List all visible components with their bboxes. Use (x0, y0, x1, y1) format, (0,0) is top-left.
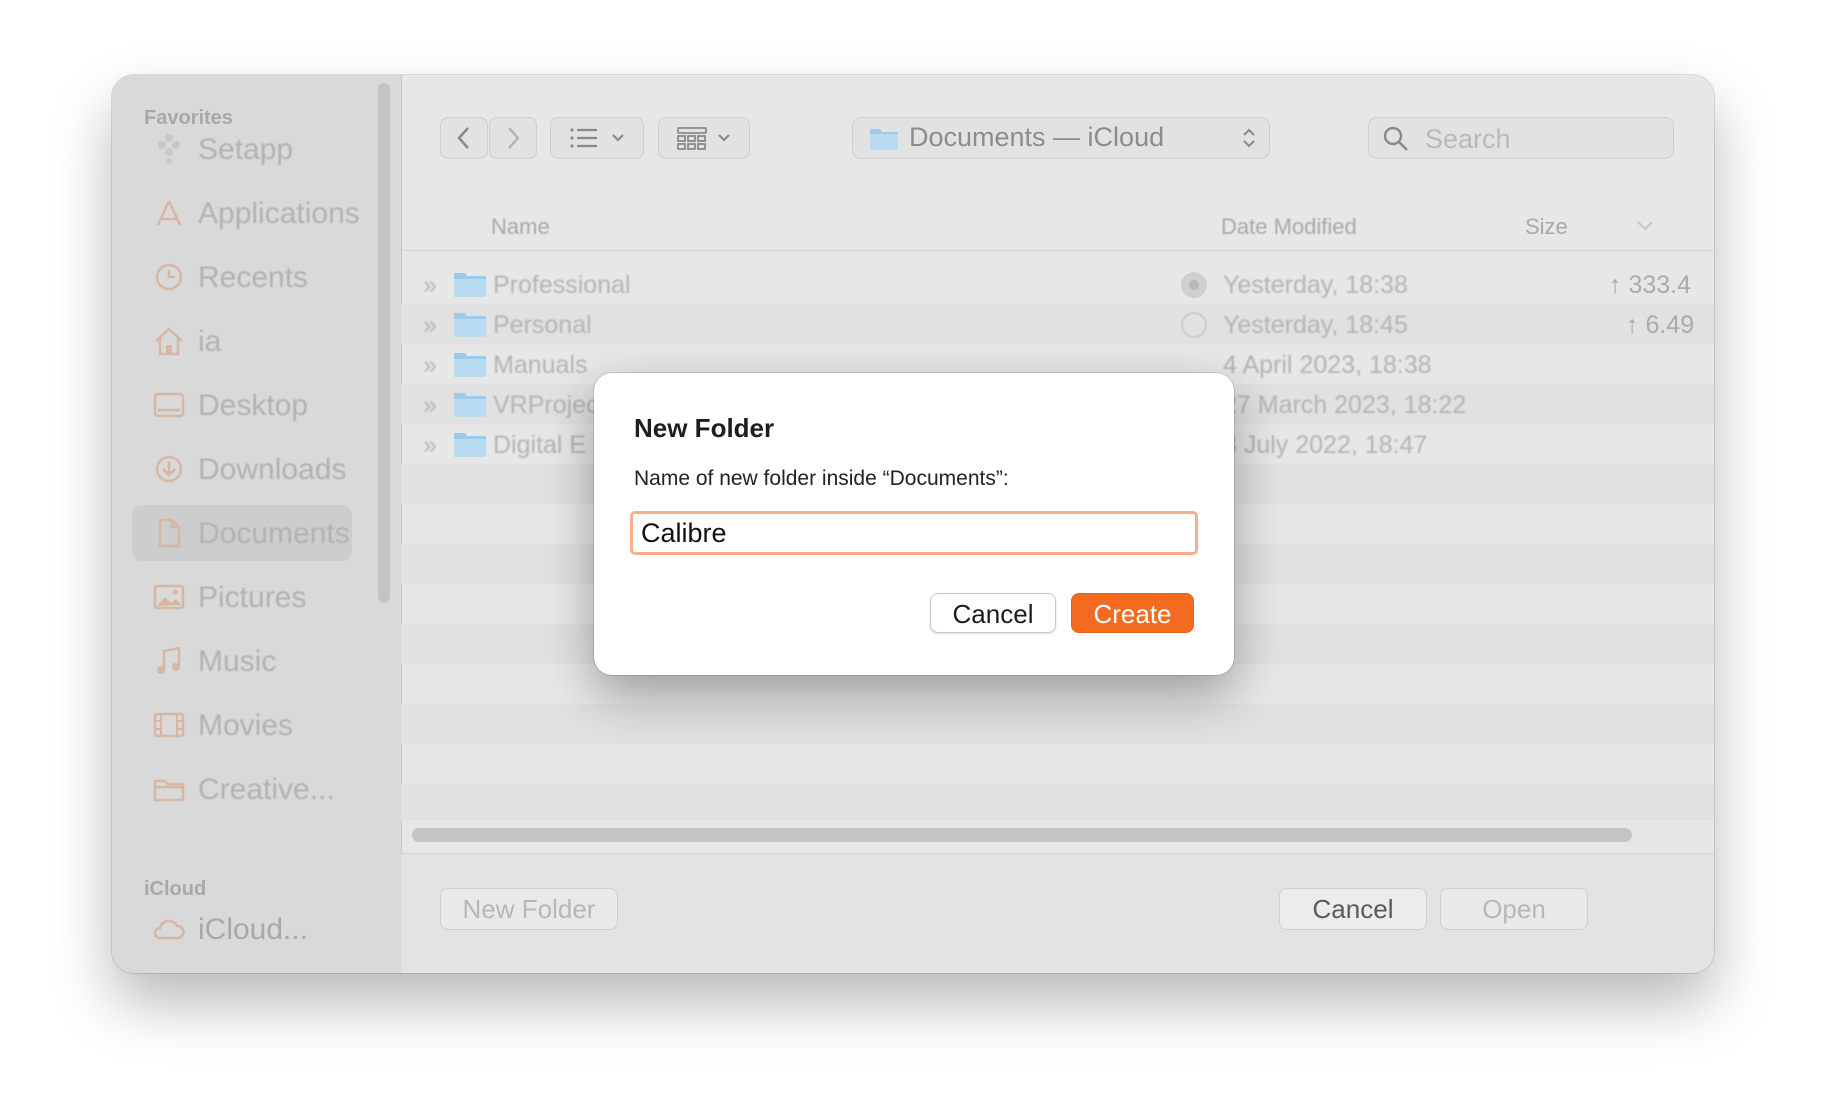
disclosure-chevron-icon[interactable]: » (423, 271, 437, 300)
file-list-header: Name Date Modified Size (401, 200, 1714, 251)
file-row[interactable]: » Personal Yesterday, 18:45 ↑ 6.49 (401, 304, 1714, 344)
folder-icon (454, 353, 486, 377)
chevron-right-icon (508, 127, 520, 149)
sidebar-item-desktop[interactable]: Desktop (132, 377, 352, 433)
list-view-button[interactable] (550, 117, 644, 159)
cancel-button[interactable]: Cancel (1279, 888, 1427, 930)
file-row[interactable]: » Professional Yesterday, 18:38 ↑ 333.4 (401, 264, 1714, 304)
cloud-icon (153, 919, 185, 940)
icloud-status-icon (1181, 272, 1207, 298)
file-date: Yesterday, 18:45 (1223, 311, 1408, 339)
location-popup[interactable]: Documents — iCloud (852, 117, 1270, 159)
sort-chevron-icon (1637, 221, 1653, 231)
sidebar-section-icloud: iCloud (144, 878, 207, 900)
sidebar-item-label: Recents (198, 261, 309, 294)
bottom-bar: New Folder Cancel Open (401, 853, 1714, 973)
file-date: 27 March 2023, 18:22 (1223, 391, 1467, 419)
file-date: 4 April 2023, 18:38 (1223, 351, 1432, 379)
home-icon (155, 327, 183, 356)
sidebar-item-setapp[interactable]: Setapp (132, 121, 352, 177)
file-name: Personal (493, 311, 592, 339)
file-size: ↑ 333.4 (1609, 271, 1692, 299)
folder-name-input[interactable] (630, 511, 1198, 555)
grid-view-icon (677, 127, 730, 150)
file-name: Manuals (493, 351, 588, 379)
forward-button[interactable] (489, 117, 537, 159)
sidebar-item-downloads[interactable]: Downloads (132, 441, 352, 497)
file-name: Professional (493, 271, 631, 299)
sidebar-item-music[interactable]: Music (132, 633, 352, 689)
new-folder-button[interactable]: New Folder (440, 888, 618, 930)
sidebar-item-label: Desktop (198, 389, 309, 422)
sidebar-item-label: Movies (198, 709, 294, 742)
open-button[interactable]: Open (1440, 888, 1588, 930)
search-field[interactable]: Search (1368, 117, 1674, 159)
folder-icon (454, 273, 486, 297)
group-view-button[interactable] (658, 117, 750, 159)
new-folder-dialog: New Folder Name of new folder inside “Do… (594, 373, 1234, 675)
sidebar-item-label: Creative... (198, 773, 335, 806)
applications-icon (156, 200, 182, 226)
desktop-icon (153, 392, 185, 418)
create-button[interactable]: Create (1071, 593, 1194, 633)
file-date: 8 July 2022, 18:47 (1223, 431, 1428, 459)
folder-icon (454, 433, 486, 457)
chevron-left-icon (457, 127, 469, 149)
sidebar-item-creative[interactable]: Creative... (132, 761, 352, 817)
up-down-chevron-icon (1243, 128, 1255, 148)
dialog-cancel-button[interactable]: Cancel (930, 593, 1056, 633)
disclosure-chevron-icon[interactable]: » (423, 391, 437, 420)
downloads-icon (155, 455, 183, 483)
empty-row (401, 704, 1714, 744)
sidebar: Favorites Setapp Applications Recents ia… (112, 75, 402, 973)
disclosure-chevron-icon[interactable]: » (423, 311, 437, 340)
sidebar-scrollbar[interactable] (378, 83, 390, 603)
disclosure-chevron-icon[interactable]: » (423, 351, 437, 380)
sidebar-item-label: Setapp (198, 133, 294, 166)
sidebar-item-documents[interactable]: Documents (132, 505, 352, 561)
sidebar-item-movies[interactable]: Movies (132, 697, 352, 753)
column-header-size[interactable]: Size (1525, 214, 1568, 240)
column-header-date[interactable]: Date Modified (1221, 214, 1357, 240)
disclosure-chevron-icon[interactable]: » (423, 431, 437, 460)
column-header-name[interactable]: Name (491, 214, 550, 240)
folder-icon (153, 779, 185, 802)
list-view-icon (570, 128, 624, 148)
search-placeholder: Search (1425, 124, 1511, 154)
sidebar-item-label: Documents (198, 517, 350, 550)
back-button[interactable] (440, 117, 488, 159)
sidebar-item-home[interactable]: ia (132, 313, 352, 369)
file-date: Yesterday, 18:38 (1223, 271, 1408, 299)
sidebar-item-label: Applications (198, 197, 360, 230)
sidebar-item-applications[interactable]: Applications (132, 185, 360, 241)
document-icon (158, 518, 181, 548)
search-icon (1383, 126, 1408, 151)
dialog-title: New Folder (634, 413, 775, 443)
sidebar-item-recents[interactable]: Recents (132, 249, 352, 305)
sidebar-item-icloud-drive[interactable]: iCloud... (132, 901, 352, 957)
music-icon (157, 646, 181, 674)
pictures-icon (153, 584, 185, 610)
folder-icon (870, 129, 898, 150)
sidebar-item-label: Music (198, 645, 277, 678)
sidebar-item-pictures[interactable]: Pictures (132, 569, 352, 625)
sidebar-item-label: Downloads (198, 453, 347, 486)
icloud-status-icon (1180, 311, 1208, 339)
file-size: ↑ 6.49 (1626, 311, 1695, 339)
horizontal-scrollbar[interactable] (412, 828, 1632, 842)
movies-icon (153, 712, 185, 738)
file-name: Digital E (493, 431, 587, 459)
sidebar-item-label: ia (198, 325, 222, 358)
location-label: Documents — iCloud (909, 122, 1165, 152)
dialog-prompt: Name of new folder inside “Documents”: (634, 467, 1009, 490)
sidebar-item-label: Pictures (198, 581, 307, 614)
recents-clock-icon (155, 263, 183, 291)
folder-icon (454, 313, 486, 337)
setapp-icon (158, 134, 180, 164)
sidebar-item-label: iCloud... (198, 913, 309, 946)
folder-icon (454, 393, 486, 417)
empty-row (401, 784, 1714, 820)
